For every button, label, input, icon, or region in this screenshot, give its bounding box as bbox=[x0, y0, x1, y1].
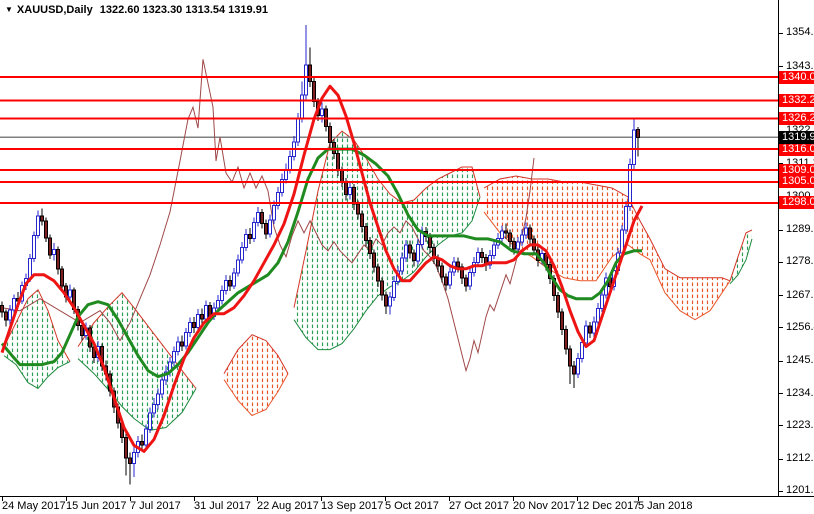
price-tick-label: 1256.40 bbox=[786, 322, 814, 333]
price-tick-mark bbox=[779, 459, 783, 460]
current-price-badge: 1319.91 bbox=[779, 131, 814, 144]
price-level-badge: 1298.00 bbox=[779, 196, 814, 209]
date-tick-label: 15 Jun 2017 bbox=[66, 501, 127, 512]
price-tick-mark bbox=[779, 33, 783, 34]
date-tick-label: 5 Oct 2017 bbox=[385, 501, 439, 512]
time-axis[interactable]: 24 May 201715 Jun 20177 Jul 2017 31 Jul 2… bbox=[0, 496, 814, 514]
price-tick-mark bbox=[779, 66, 783, 67]
price-axis[interactable]: 1354.801343.701322.101311.301300.201289.… bbox=[778, 0, 814, 496]
price-level-badge: 1340.00 bbox=[779, 71, 814, 84]
price-tick-label: 1212.60 bbox=[786, 453, 814, 464]
symbol-title: ▼ XAUUSD,Daily 1322.60 1323.30 1313.54 131… bbox=[5, 4, 268, 16]
price-level-badge: 1332.20 bbox=[779, 94, 814, 107]
price-level-badge: 1305.00 bbox=[779, 175, 814, 188]
price-tick-label: 1289.10 bbox=[786, 224, 814, 235]
date-tick-label: 27 Oct 2017 bbox=[449, 501, 509, 512]
price-tick-label: 1267.20 bbox=[786, 290, 814, 301]
chart-canvas bbox=[0, 0, 778, 496]
chart-window: ▼ XAUUSD,Daily 1322.60 1323.30 1313.54 131… bbox=[0, 0, 814, 514]
ohlc-readout: 1322.60 1323.30 1313.54 1319.91 bbox=[100, 4, 268, 16]
cloud-segment bbox=[224, 335, 288, 416]
date-tick-label: 20 Nov 2017 bbox=[513, 501, 575, 512]
price-tick-label: 1234.50 bbox=[786, 388, 814, 399]
cloud-segment bbox=[650, 239, 730, 320]
price-tick-mark bbox=[779, 393, 783, 394]
price-tick-label: 1278.30 bbox=[786, 256, 814, 267]
date-tick-label: 12 Dec 2017 bbox=[577, 501, 639, 512]
price-tick-mark bbox=[779, 295, 783, 296]
price-tick-label: 1201.80 bbox=[786, 485, 814, 496]
price-tick-label: 1354.80 bbox=[786, 27, 814, 38]
date-tick-label: 22 Aug 2017 bbox=[257, 501, 319, 512]
price-tick-mark bbox=[779, 327, 783, 328]
chevron-down-icon: ▼ bbox=[5, 5, 13, 14]
date-tick-label: 31 Jul 2017 bbox=[194, 501, 251, 512]
date-tick-label: 5 Jan 2018 bbox=[638, 501, 692, 512]
price-tick-label: 1223.70 bbox=[786, 420, 814, 431]
price-tick-mark bbox=[779, 425, 783, 426]
price-tick-label: 1245.30 bbox=[786, 355, 814, 366]
price-level-badge: 1316.00 bbox=[779, 143, 814, 156]
date-tick-label: 7 Jul 2017 bbox=[130, 501, 181, 512]
price-tick-mark bbox=[779, 361, 783, 362]
price-tick-mark bbox=[779, 491, 783, 492]
symbol-label: XAUUSD,Daily bbox=[17, 4, 93, 16]
price-tick-mark bbox=[779, 262, 783, 263]
date-tick-label: 24 May 2017 bbox=[2, 501, 66, 512]
date-tick-label: 13 Sep 2017 bbox=[321, 501, 383, 512]
price-level-badge: 1326.20 bbox=[779, 112, 814, 125]
cloud-segment bbox=[730, 230, 752, 284]
price-chart-plot[interactable]: ▼ XAUUSD,Daily 1322.60 1323.30 1313.54 131… bbox=[0, 0, 778, 496]
level-lines-layer bbox=[0, 77, 778, 203]
price-tick-mark bbox=[779, 230, 783, 231]
